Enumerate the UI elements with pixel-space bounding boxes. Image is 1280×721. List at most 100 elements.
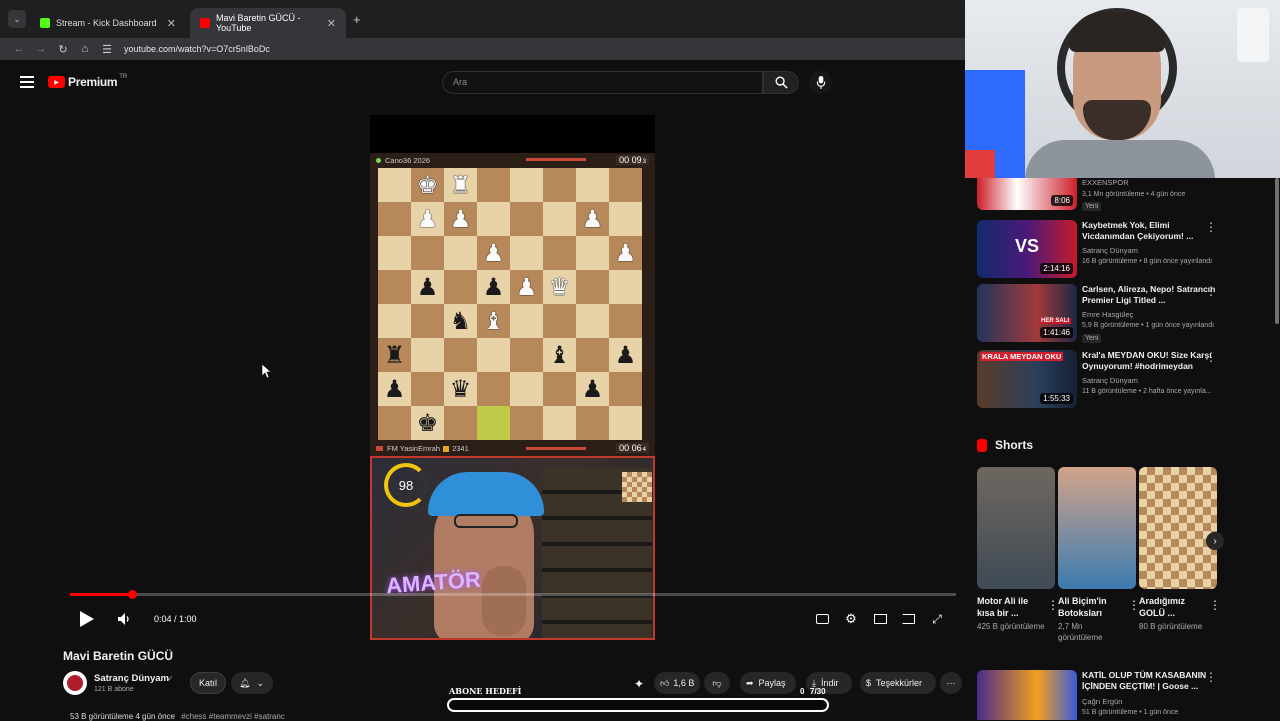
chess-piece-icon[interactable]: ♟ [444, 202, 477, 236]
chess-piece-icon[interactable]: ♟ [510, 270, 543, 304]
board-square[interactable] [510, 202, 543, 236]
back-icon[interactable]: ← [8, 43, 30, 55]
more-actions-button[interactable]: ⋯ [940, 672, 962, 694]
more-options-icon[interactable]: ⋮ [1209, 598, 1221, 612]
new-tab-button[interactable]: + [353, 12, 361, 27]
board-square[interactable] [543, 236, 576, 270]
board-square[interactable] [609, 202, 642, 236]
chess-piece-icon[interactable]: ♚ [411, 168, 444, 202]
board-square[interactable] [510, 338, 543, 372]
recommendation-item[interactable]: VS 2:14:16 Kaybetmek Yok, Elimi Vicdanım… [977, 220, 1237, 278]
chess-piece-icon[interactable]: ♟ [477, 236, 510, 270]
board-square[interactable] [543, 202, 576, 236]
board-square[interactable] [576, 304, 609, 338]
chess-piece-icon[interactable]: ♟ [576, 202, 609, 236]
board-square[interactable] [510, 168, 543, 202]
subscribed-button[interactable]: 🔔︎ ⌄ [231, 672, 273, 694]
subtitles-button[interactable] [813, 610, 831, 628]
chess-piece-icon[interactable]: ♟ [411, 202, 444, 236]
more-options-icon[interactable]: ⋮ [1205, 220, 1217, 234]
board-square[interactable] [411, 304, 444, 338]
sparkle-icon[interactable]: ✦ [630, 675, 648, 693]
forward-icon[interactable]: → [30, 43, 52, 55]
join-button[interactable]: Katıl [190, 672, 226, 694]
board-square[interactable] [576, 406, 609, 440]
chess-piece-icon[interactable]: ♟ [411, 270, 444, 304]
miniplayer-button[interactable] [871, 610, 889, 628]
board-square[interactable] [411, 338, 444, 372]
board-square[interactable] [543, 304, 576, 338]
search-button[interactable] [763, 71, 799, 94]
board-square[interactable] [378, 202, 411, 236]
board-square[interactable] [444, 406, 477, 440]
recommendation-item[interactable]: KATİL OLUP TÜM KASABANIN İÇİNDEN GEÇTİM!… [977, 670, 1237, 720]
board-square[interactable] [378, 270, 411, 304]
chess-piece-icon[interactable]: ♟ [477, 270, 510, 304]
like-button[interactable]: 👍︎ 1,6 B [654, 672, 700, 694]
dislike-button[interactable]: 👎︎ [704, 672, 730, 694]
chess-piece-icon[interactable]: ♚ [411, 406, 444, 440]
short-item[interactable]: Aradığımız GOLÜ ... 80 B görüntüleme ⋮ [1139, 467, 1221, 632]
reload-icon[interactable]: ↻ [52, 43, 74, 56]
video-frame[interactable]: Cano36 2026 00 093 ♚ ♜ ♟ ♟ ♟ ♟ ♟ ♟ ♟ ♟ ♛ ♞ ♝ ♜ ♝ ♟ ♟ ♛ ♟ ♚ … [370, 115, 655, 640]
chess-board[interactable]: ♚ ♜ ♟ ♟ ♟ ♟ ♟ ♟ ♟ ♟ ♛ ♞ ♝ ♜ ♝ ♟ ♟ ♛ ♟ ♚ [378, 168, 642, 440]
board-square[interactable] [444, 270, 477, 304]
tab-kick-dashboard[interactable]: Stream - Kick Dashboard ✕ [30, 8, 186, 38]
board-square[interactable] [477, 406, 510, 440]
menu-icon[interactable] [20, 76, 34, 88]
board-square[interactable] [543, 168, 576, 202]
board-square[interactable] [576, 168, 609, 202]
more-options-icon[interactable]: ⋮ [1205, 670, 1217, 684]
chess-piece-icon[interactable]: ♛ [444, 372, 477, 406]
board-square[interactable] [576, 236, 609, 270]
chess-piece-icon[interactable]: ♟ [378, 372, 411, 406]
chess-piece-icon[interactable]: ♜ [378, 338, 411, 372]
board-square[interactable] [609, 304, 642, 338]
board-square[interactable] [510, 236, 543, 270]
channel-avatar[interactable] [63, 671, 87, 695]
board-square[interactable] [510, 406, 543, 440]
board-square[interactable] [444, 236, 477, 270]
board-square[interactable] [609, 372, 642, 406]
board-square[interactable] [477, 168, 510, 202]
chess-piece-icon[interactable]: ♟ [609, 338, 642, 372]
chess-piece-icon[interactable]: ♝ [543, 338, 576, 372]
board-square[interactable] [609, 406, 642, 440]
board-square[interactable] [477, 202, 510, 236]
chess-piece-icon[interactable]: ♛ [543, 270, 576, 304]
sidebar-scrollbar[interactable] [1275, 178, 1279, 324]
home-icon[interactable]: ⌂ [74, 43, 96, 55]
chess-piece-icon[interactable]: ♟ [609, 236, 642, 270]
board-square[interactable] [411, 236, 444, 270]
board-square[interactable] [576, 270, 609, 304]
close-tab-icon[interactable]: ✕ [327, 17, 336, 30]
board-square[interactable] [609, 168, 642, 202]
fullscreen-button[interactable]: ⤢ [928, 610, 946, 628]
chess-piece-icon[interactable]: ♝ [477, 304, 510, 338]
channel-name[interactable]: Satranç Dünyam [94, 673, 169, 684]
progress-bar-track[interactable] [70, 590, 956, 599]
recommendation-item[interactable]: 8:06 EXXENSPOR 3,1 Mn görüntüleme • 4 gü… [977, 178, 1237, 212]
cast-button[interactable] [899, 610, 917, 628]
volume-button[interactable] [115, 610, 133, 628]
close-tab-icon[interactable]: ✕ [167, 17, 176, 30]
tab-list-dropdown[interactable]: ⌄ [8, 10, 26, 28]
settings-button[interactable]: ⚙ [842, 610, 860, 628]
chess-piece-icon[interactable]: ♞ [444, 304, 477, 338]
board-square[interactable] [510, 372, 543, 406]
tab-youtube[interactable]: Mavi Baretin GÜCÜ - YouTube ✕ [190, 8, 346, 38]
board-square[interactable] [576, 338, 609, 372]
short-item[interactable]: Ali Biçim'in Botoksları 2,7 Mn görüntüle… [1058, 467, 1140, 643]
voice-search-button[interactable] [809, 71, 832, 94]
board-square[interactable] [609, 270, 642, 304]
board-square[interactable] [543, 372, 576, 406]
board-square[interactable] [411, 372, 444, 406]
short-item[interactable]: Motor Ali ile kısa bir ... 425 B görüntü… [977, 467, 1059, 632]
recommendation-item[interactable]: KRALA MEYDAN OKU 1:55:33 Kral'a MEYDAN O… [977, 350, 1237, 408]
board-square[interactable] [510, 304, 543, 338]
board-square[interactable] [378, 304, 411, 338]
site-info-icon[interactable]: ☰ [96, 43, 118, 56]
shorts-next-button[interactable]: › [1206, 532, 1224, 550]
board-square[interactable] [477, 372, 510, 406]
url-field[interactable]: youtube.com/watch?v=O7cr5nlBoDc [124, 44, 270, 54]
